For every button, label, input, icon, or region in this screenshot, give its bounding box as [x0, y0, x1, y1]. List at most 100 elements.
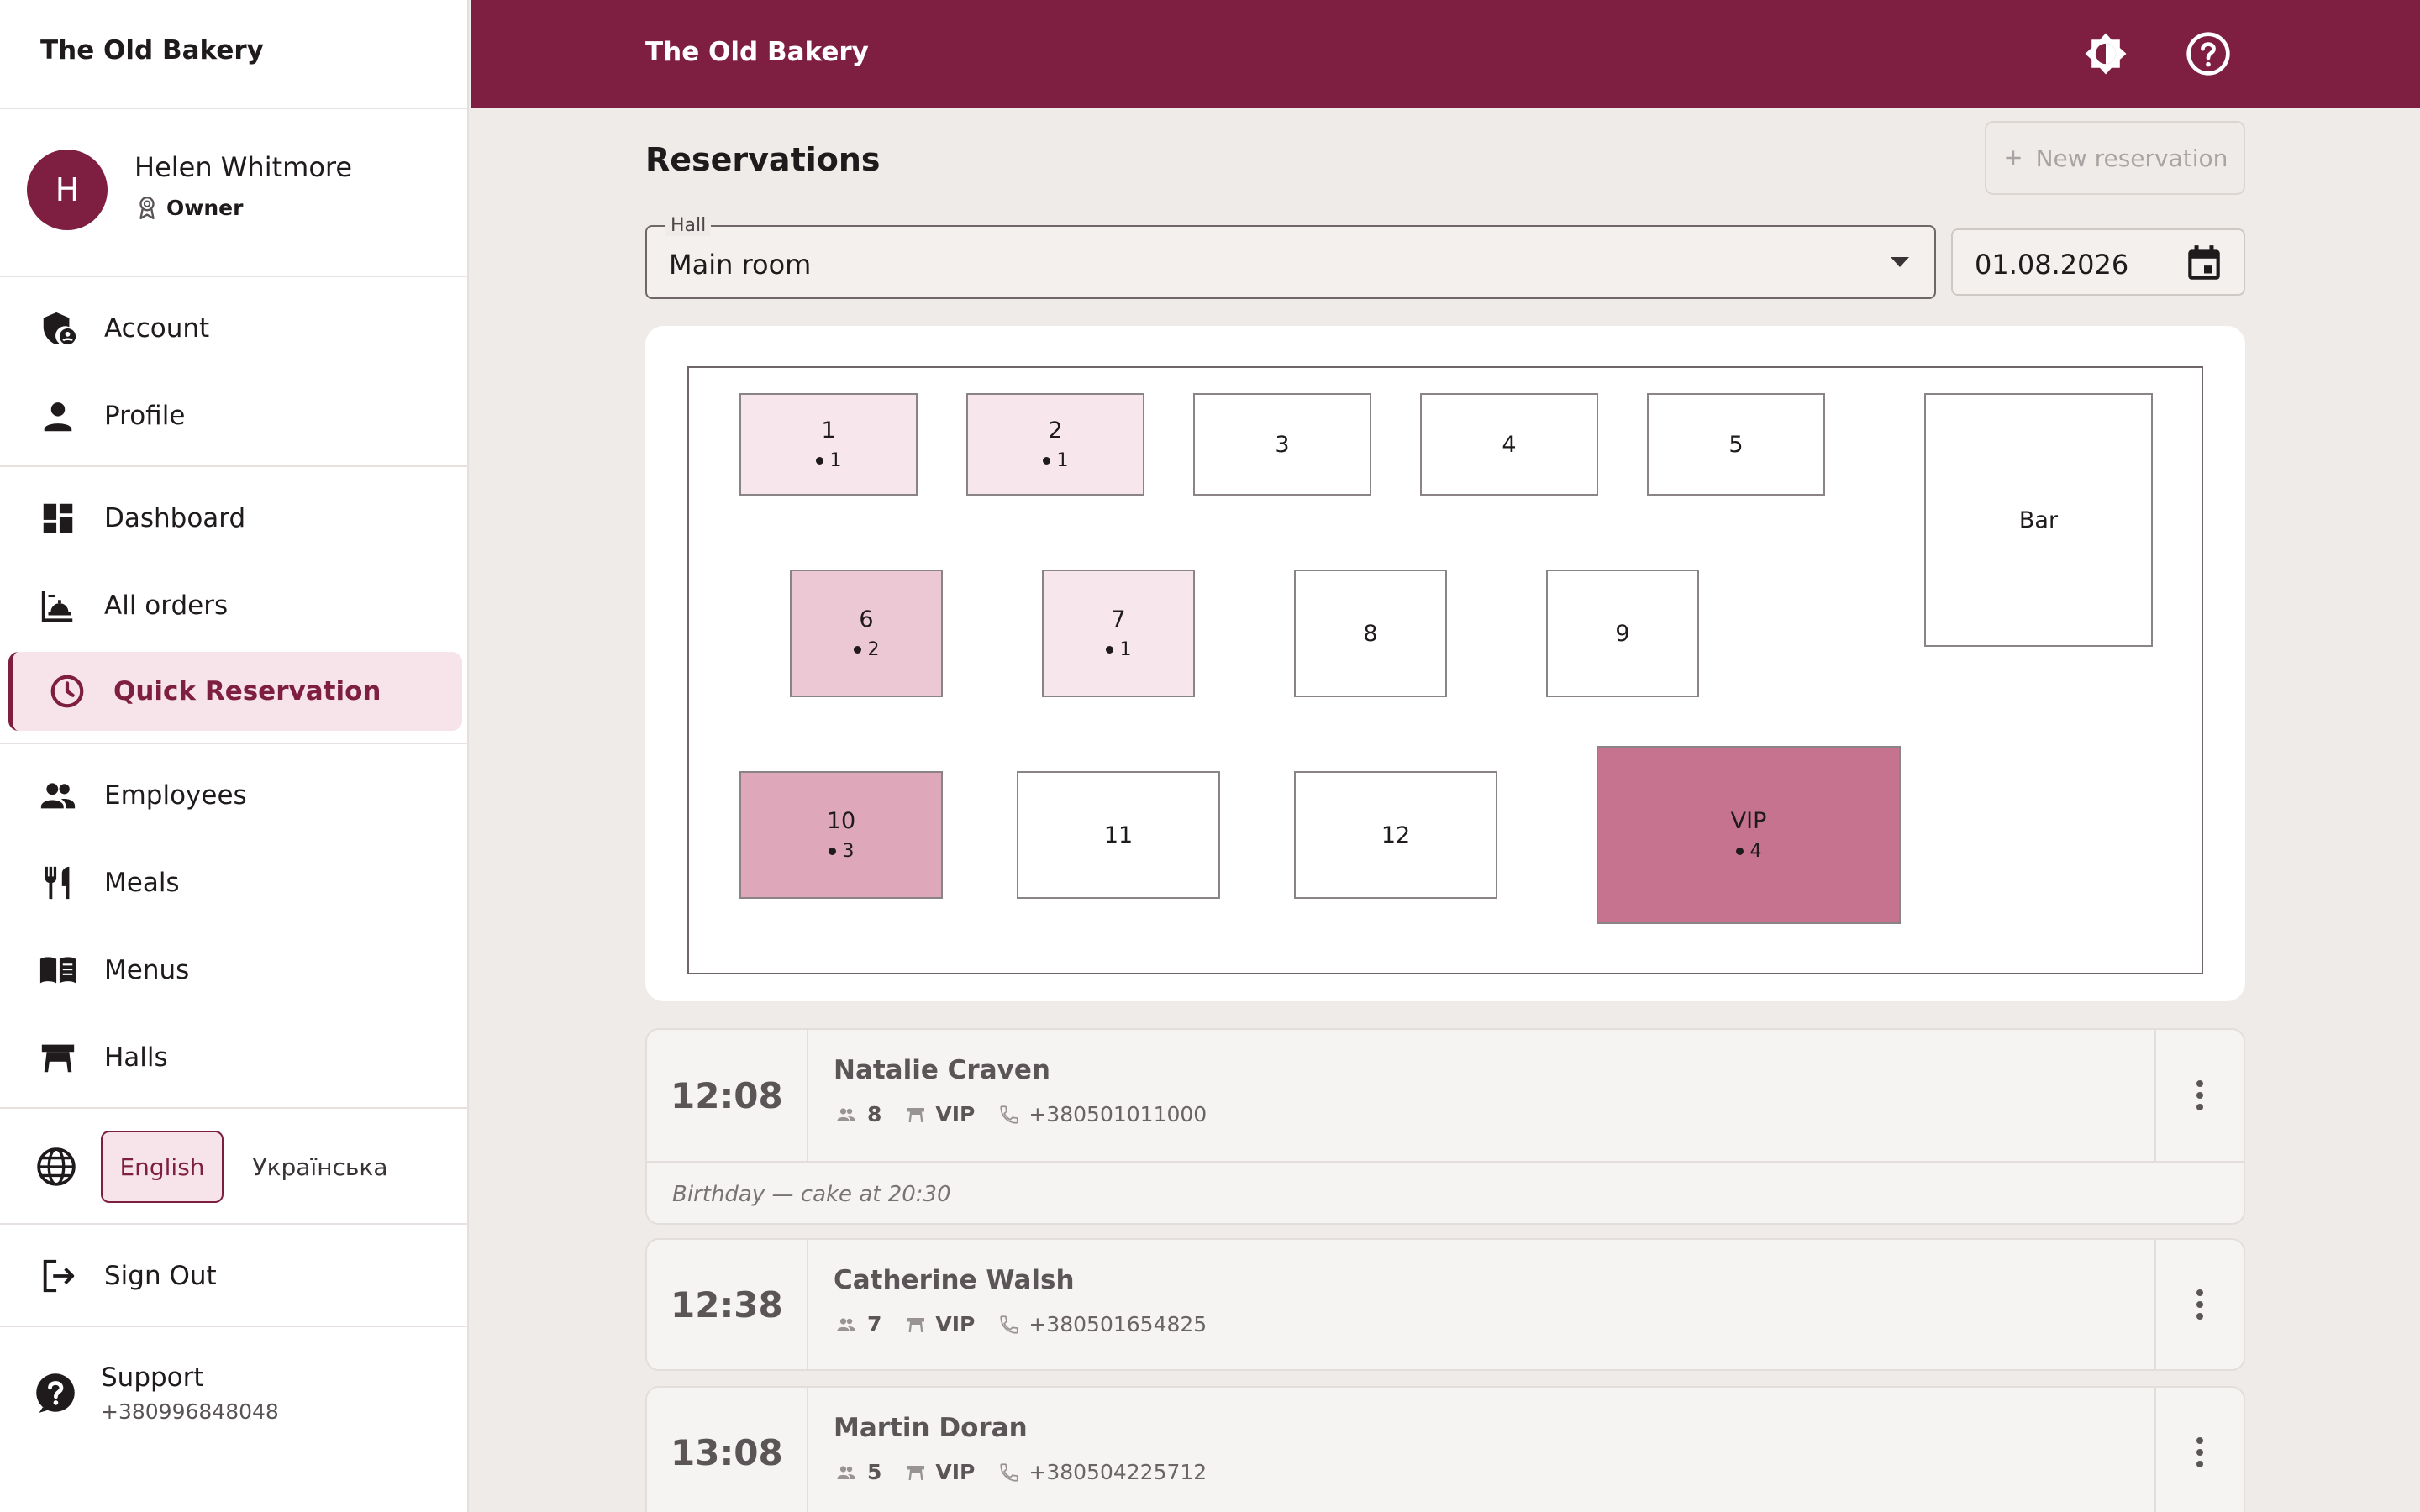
dot-icon — [1735, 848, 1744, 855]
table-8[interactable]: 8 — [1294, 570, 1447, 697]
table-label: 10 — [826, 808, 856, 834]
table-label: 12 — [1381, 822, 1411, 848]
sign-out-button[interactable]: Sign Out — [8, 1236, 462, 1315]
people-icon — [40, 783, 76, 809]
nav-all-orders[interactable]: All orders — [8, 566, 462, 645]
table-name: VIP — [905, 1102, 975, 1126]
avatar-initial: H — [55, 171, 80, 208]
guests-value: 5 — [867, 1460, 882, 1484]
table-reservation-count: 1 — [1042, 450, 1069, 471]
hall-select-value: Main room — [669, 249, 812, 281]
table-6[interactable]: 6 2 — [790, 570, 943, 697]
table-label: 6 — [859, 606, 874, 633]
more-vertical-icon — [2196, 1437, 2203, 1467]
table-reservation-count: 1 — [815, 450, 842, 471]
divider — [0, 108, 469, 109]
table-5[interactable]: 5 — [1647, 393, 1825, 496]
sidebar: The Old Bakery H Helen Whitmore Owner Ac… — [0, 0, 469, 1512]
table-10[interactable]: 10 3 — [739, 771, 943, 899]
more-vertical-icon — [2196, 1080, 2203, 1110]
new-reservation-button[interactable]: New reservation — [1985, 121, 2245, 195]
phone-value: +380501011000 — [1028, 1102, 1207, 1126]
plus-icon — [2005, 150, 2021, 165]
top-bar: The Old Bakery — [471, 0, 2420, 108]
reservation-card[interactable]: 13:08 Martin Doran 5 VIP +380504225712 — [645, 1386, 2245, 1512]
guests-value: 8 — [867, 1102, 882, 1126]
table-3[interactable]: 3 — [1193, 393, 1371, 496]
table-label: 2 — [1048, 417, 1063, 444]
nav-meals[interactable]: Meals — [8, 843, 462, 922]
people-icon — [837, 1107, 855, 1121]
phone[interactable]: +380504225712 — [998, 1460, 1207, 1484]
divider — [0, 1107, 469, 1109]
date-value: 01.08.2026 — [1975, 249, 2129, 281]
divider — [0, 465, 469, 467]
nav-halls-label: Halls — [104, 1042, 168, 1073]
table-12[interactable]: 12 — [1294, 771, 1497, 899]
nav-profile[interactable]: Profile — [8, 376, 462, 455]
table-4[interactable]: 4 — [1420, 393, 1598, 496]
phone[interactable]: +380501654825 — [998, 1312, 1207, 1336]
phone-value: +380501654825 — [1028, 1312, 1207, 1336]
table-9[interactable]: 9 — [1546, 570, 1699, 697]
help-circle-icon[interactable] — [2185, 30, 2232, 77]
nav-employees-label: Employees — [104, 780, 247, 811]
avatar[interactable]: H — [27, 150, 108, 230]
dot-icon — [828, 848, 836, 855]
badge-icon — [139, 197, 155, 220]
hall-select-label: Hall — [666, 215, 712, 236]
person-icon — [44, 402, 72, 432]
nav-dashboard[interactable]: Dashboard — [8, 479, 462, 558]
phone[interactable]: +380501011000 — [998, 1102, 1207, 1126]
reservation-note: Birthday — cake at 20:30 — [647, 1161, 2244, 1223]
calendar-icon[interactable] — [2183, 242, 2225, 284]
divider — [0, 276, 469, 277]
table-bar-icon — [908, 1465, 925, 1480]
support-title: Support — [101, 1362, 204, 1393]
user-role: Owner — [136, 195, 243, 220]
guests-count: 7 — [834, 1312, 881, 1336]
table-name: VIP — [905, 1312, 975, 1336]
nav-account[interactable]: Account — [8, 289, 462, 368]
logout-icon — [43, 1259, 75, 1293]
reservation-card[interactable]: 12:38 Catherine Walsh 7 VIP +38050165482… — [645, 1238, 2245, 1371]
reservation-card[interactable]: 12:08 Natalie Craven 8 VIP +380501011000… — [645, 1028, 2245, 1225]
bar-area: Bar — [1924, 393, 2153, 647]
floor-plan: 1 1 2 1 3 4 5 Bar 6 2 7 1 8 9 10 3 11 12… — [687, 366, 2203, 974]
restaurant-icon — [45, 866, 70, 900]
table-11[interactable]: 11 — [1017, 771, 1220, 899]
nav-quick-reservation[interactable]: Quick Reservation — [8, 652, 462, 731]
more-options-button[interactable] — [2154, 1030, 2244, 1161]
nav-employees[interactable]: Employees — [8, 756, 462, 835]
table-reservation-count: 4 — [1735, 841, 1762, 862]
brightness-icon[interactable] — [2082, 30, 2129, 77]
phone-icon — [1000, 1315, 1019, 1334]
language-english-button[interactable]: English — [101, 1131, 224, 1203]
room-service-icon — [41, 591, 73, 622]
reservation-time: 12:08 — [647, 1030, 808, 1161]
table-label: 3 — [1275, 431, 1290, 458]
new-reservation-label: New reservation — [2035, 144, 2228, 172]
hall-select[interactable]: Hall Main room — [645, 215, 1936, 299]
nav-quick-reservation-label: Quick Reservation — [113, 676, 381, 706]
table-2[interactable]: 2 1 — [966, 393, 1144, 496]
menu-book-icon — [39, 957, 76, 984]
page-title: Reservations — [645, 141, 881, 178]
table-vip[interactable]: VIP 4 — [1597, 746, 1901, 924]
nav-halls[interactable]: Halls — [8, 1018, 462, 1097]
nav-menus[interactable]: Menus — [8, 931, 462, 1010]
date-input[interactable]: 01.08.2026 — [1951, 228, 2245, 296]
language-ukrainian-button[interactable]: Українська — [249, 1131, 392, 1203]
count-value: 1 — [1056, 450, 1069, 471]
shield-account-icon — [43, 312, 76, 345]
user-role-label: Owner — [166, 195, 244, 220]
more-options-button[interactable] — [2154, 1240, 2244, 1369]
more-options-button[interactable] — [2154, 1388, 2244, 1512]
dot-icon — [815, 457, 823, 465]
divider — [0, 1326, 469, 1327]
table-1[interactable]: 1 1 — [739, 393, 918, 496]
table-label: 9 — [1615, 620, 1630, 647]
table-7[interactable]: 7 1 — [1042, 570, 1195, 697]
topbar-title: The Old Bakery — [645, 37, 869, 67]
support-phone[interactable]: +380996848048 — [101, 1399, 279, 1424]
